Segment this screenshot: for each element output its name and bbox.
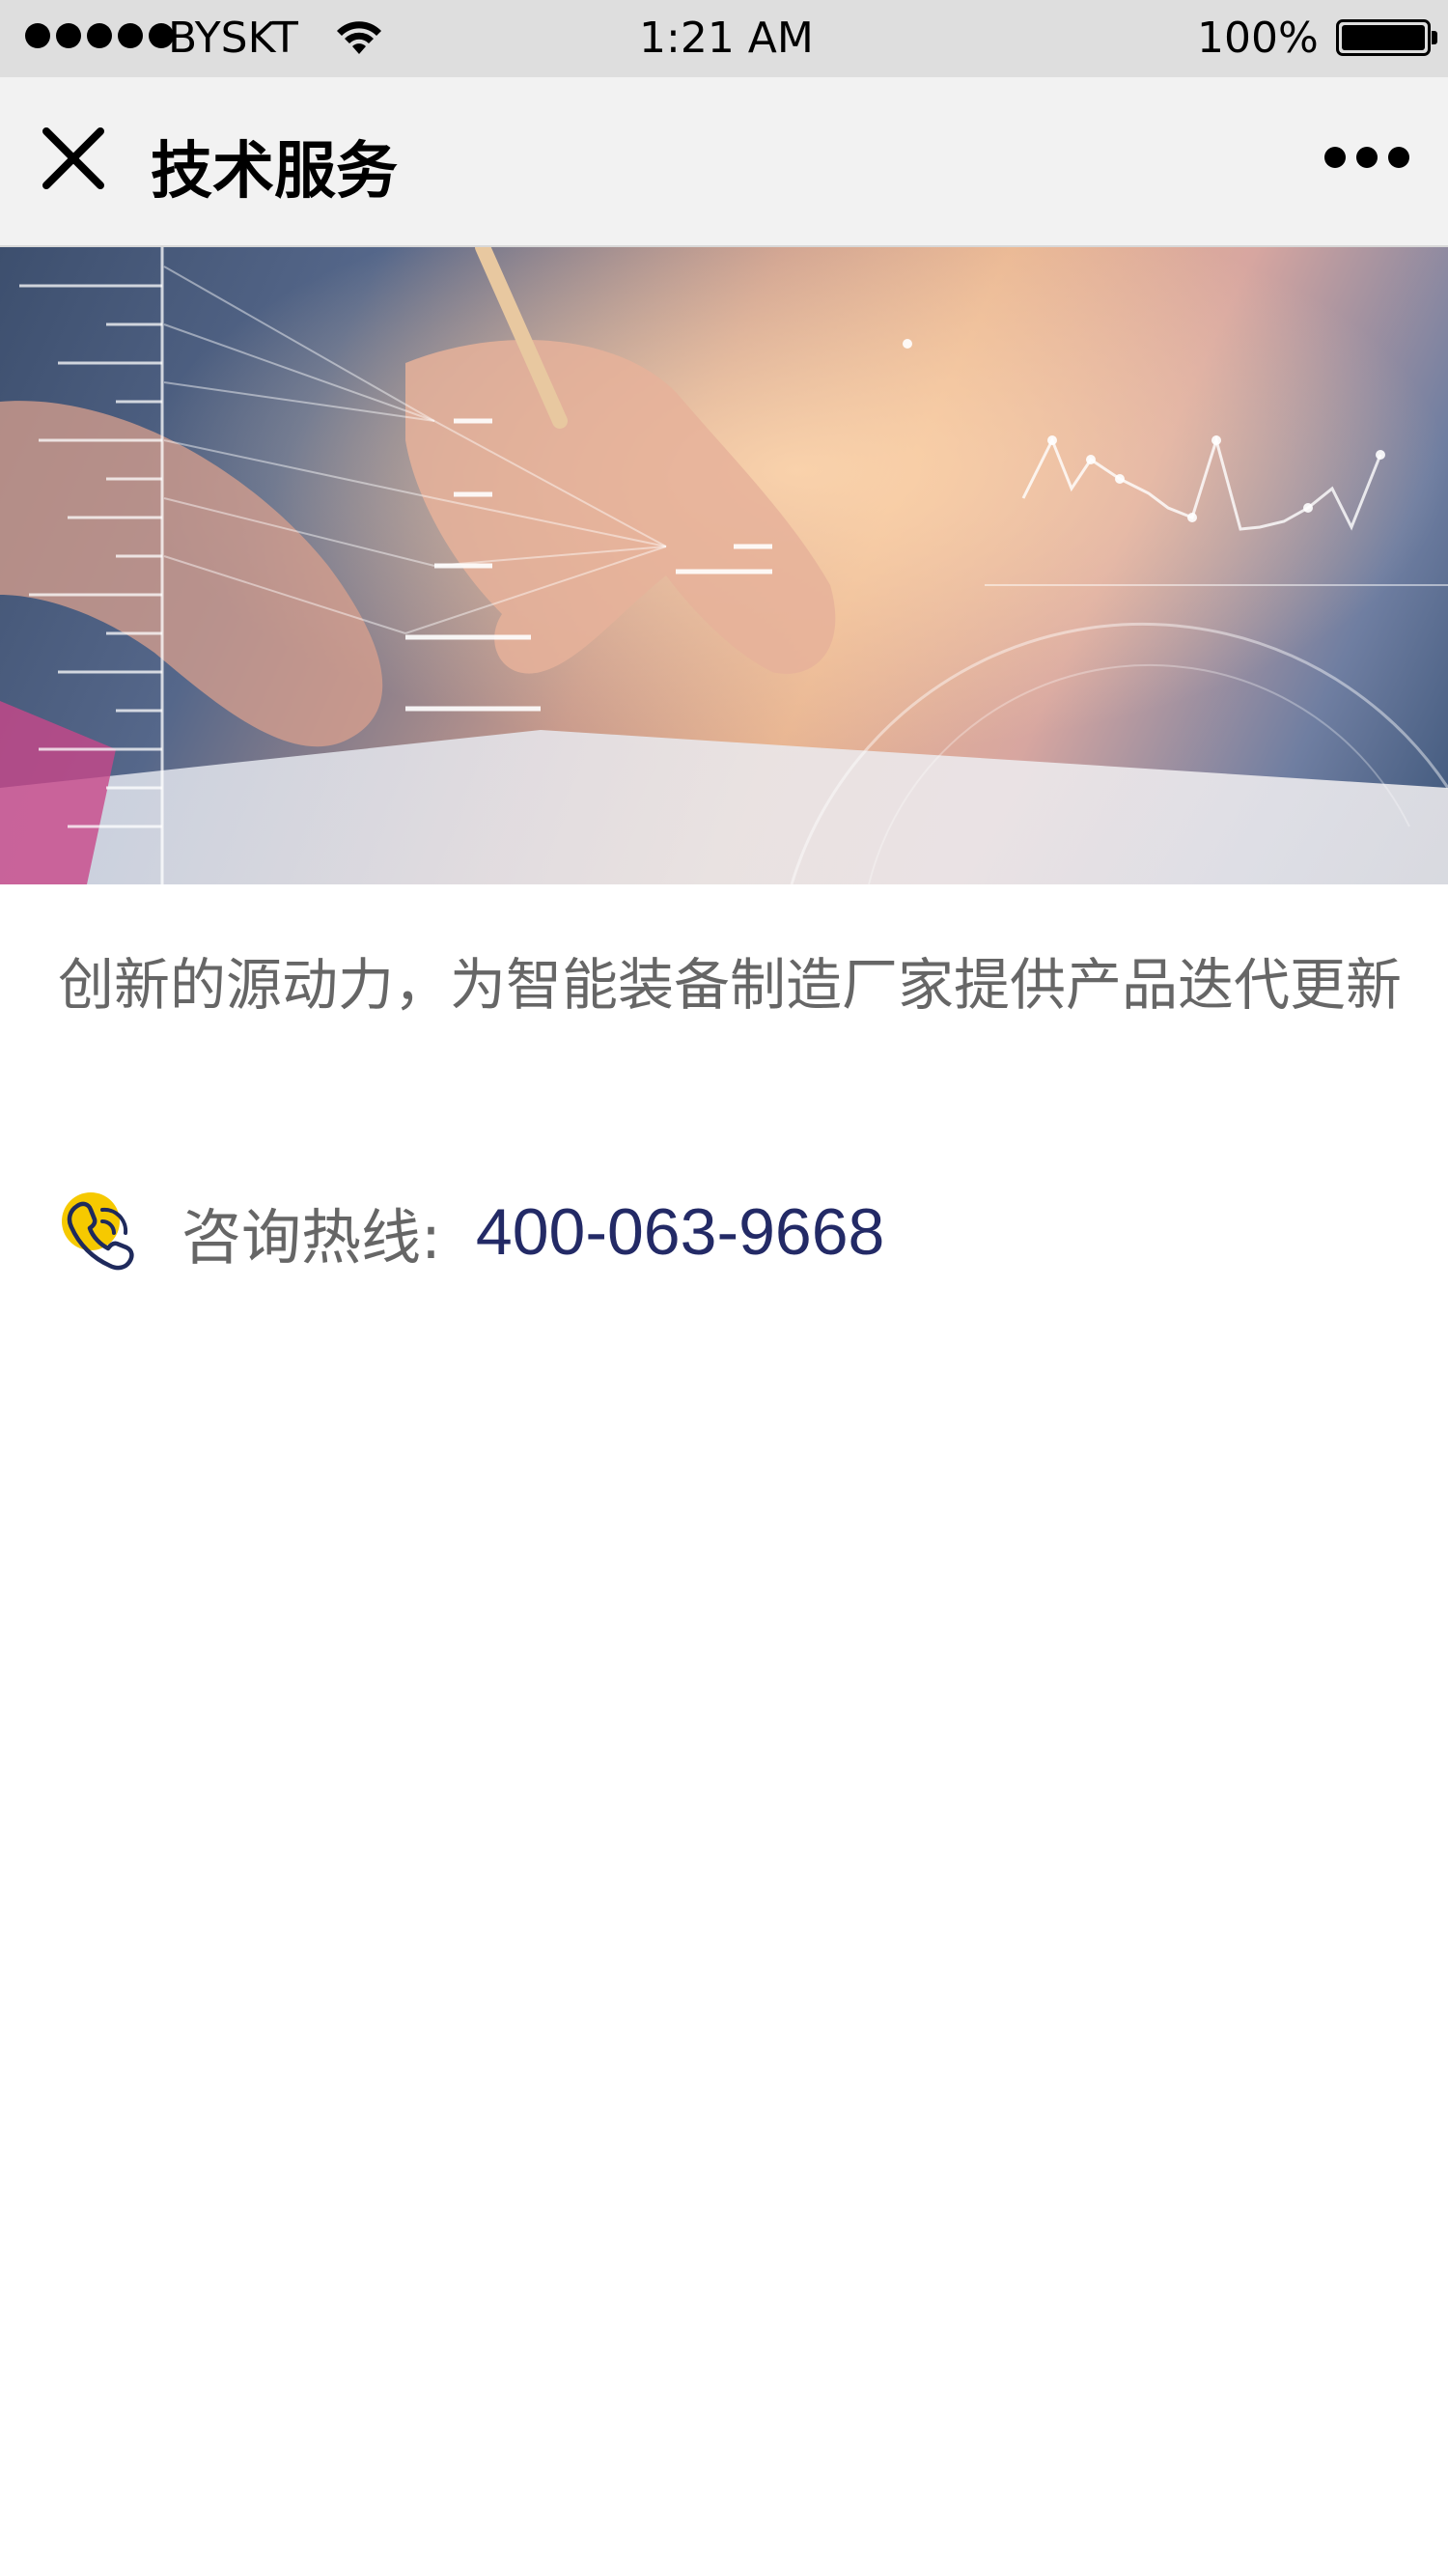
wifi-icon xyxy=(337,21,381,54)
more-icon[interactable] xyxy=(1324,143,1409,172)
close-icon[interactable] xyxy=(39,124,108,193)
status-bar: BYSKT 1:21 AM 100% xyxy=(0,0,1448,77)
page-title: 技术服务 xyxy=(151,136,398,208)
battery-percent: 100% xyxy=(1197,14,1319,63)
carrier-name: BYSKT xyxy=(168,14,298,63)
banner-image xyxy=(0,247,1448,884)
service-description: 创新的源动力，为智能装备制造厂家提供产品迭代更新 xyxy=(58,952,1403,1018)
phone-icon xyxy=(62,1192,134,1271)
nav-bar: 技术服务 xyxy=(0,77,1448,247)
signal-dots-icon xyxy=(25,23,174,48)
hotline-number-link[interactable]: 400-063-9668 xyxy=(476,1194,884,1270)
status-time: 1:21 AM xyxy=(639,14,814,63)
hotline-label: 咨询热线: xyxy=(181,1202,441,1273)
hotline-row: 咨询热线: 400-063-9668 xyxy=(58,1184,884,1280)
battery-icon xyxy=(1336,19,1437,56)
